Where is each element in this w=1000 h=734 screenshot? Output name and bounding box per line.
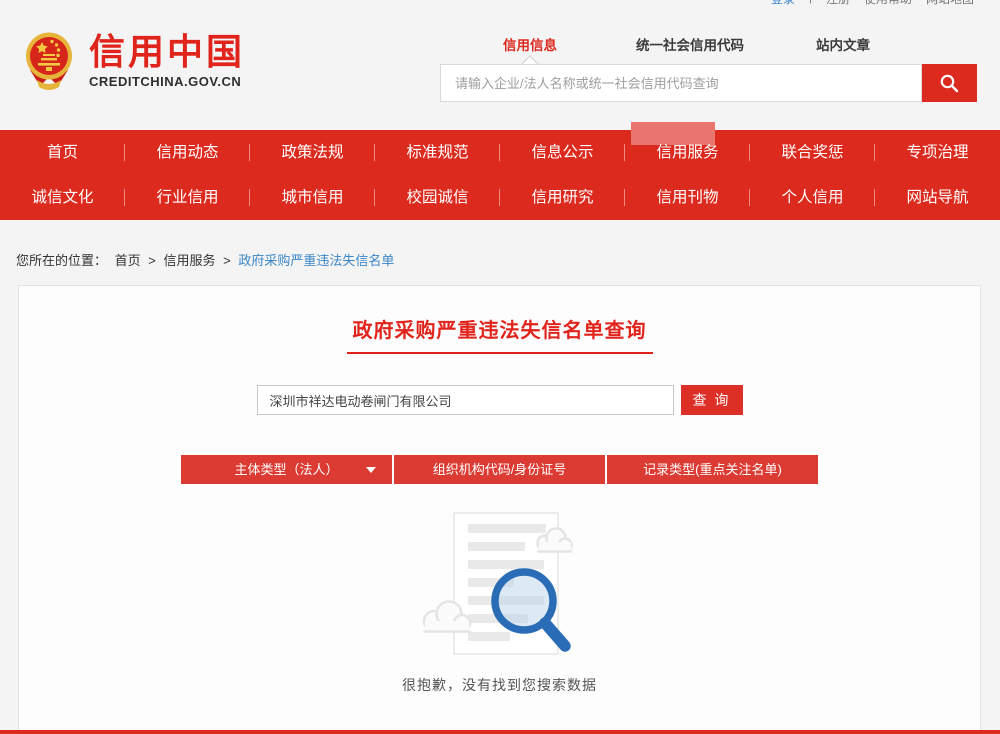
nav-item-joint-rewards-punishments[interactable]: 联合奖惩 — [750, 130, 875, 175]
breadcrumb-separator: > — [223, 253, 231, 268]
header-search-button[interactable] — [922, 64, 977, 102]
nav-row-2: 诚信文化 行业信用 城市信用 校园诚信 信用研究 信用刊物 个人信用 网站导航 — [0, 175, 1000, 220]
help-link[interactable]: 使用帮助 — [864, 0, 912, 7]
top-links-separator: | — [809, 0, 812, 7]
nav-item-credit-services[interactable]: 信用服务 — [625, 130, 750, 175]
result-column-headers: 主体类型（法人） 组织机构代码/身份证号 记录类型(重点关注名单) — [19, 455, 980, 484]
breadcrumb-prefix: 您所在的位置： — [16, 253, 107, 268]
nav-item-integrity-culture[interactable]: 诚信文化 — [0, 175, 125, 220]
tab-site-articles[interactable]: 站内文章 — [816, 34, 870, 54]
header-search-bar — [440, 64, 977, 102]
empty-result-message: 很抱歉，没有找到您搜索数据 — [19, 675, 980, 695]
tab-credit-info[interactable]: 信用信息 — [503, 34, 557, 54]
nav-item-standards[interactable]: 标准规范 — [375, 130, 500, 175]
query-button[interactable]: 查 询 — [681, 385, 743, 415]
nav-item-city-credit[interactable]: 城市信用 — [250, 175, 375, 220]
breadcrumb-credit-services[interactable]: 信用服务 — [164, 253, 216, 268]
query-panel: 政府采购严重违法失信名单查询 查 询 主体类型（法人） 组织机构代码/身份证号 … — [18, 285, 981, 731]
breadcrumb: 您所在的位置： 首页 > 信用服务 > 政府采购严重违法失信名单 — [16, 250, 398, 269]
active-tab-caret-inner — [523, 57, 537, 64]
column-subject-type-dropdown[interactable]: 主体类型（法人） — [181, 455, 392, 484]
nav-item-site-navigation[interactable]: 网站导航 — [875, 175, 1000, 220]
tab-unified-social-credit-code[interactable]: 统一社会信用代码 — [636, 34, 744, 54]
nav-item-campus-integrity[interactable]: 校园诚信 — [375, 175, 500, 220]
nav-item-credit-research[interactable]: 信用研究 — [500, 175, 625, 220]
register-link[interactable]: 注册 — [826, 0, 850, 7]
search-icon — [939, 73, 960, 94]
column-org-code-id: 组织机构代码/身份证号 — [394, 455, 605, 484]
page-title: 政府采购严重违法失信名单查询 — [347, 314, 653, 354]
nav-row-1: 首页 信用动态 政策法规 标准规范 信息公示 信用服务 联合奖惩 专项治理 — [0, 130, 1000, 175]
column-record-type: 记录类型(重点关注名单) — [607, 455, 818, 484]
top-utility-links: 登录 | 注册 使用帮助 网站地图 — [771, 0, 974, 7]
nav-item-home[interactable]: 首页 — [0, 130, 125, 175]
site-logo[interactable]: 信用中国 CREDITCHINA.GOV.CN — [20, 30, 245, 92]
main-navigation: 首页 信用动态 政策法规 标准规范 信息公示 信用服务 联合奖惩 专项治理 诚信… — [0, 130, 1000, 220]
breadcrumb-current-page[interactable]: 政府采购严重违法失信名单 — [238, 253, 394, 268]
chevron-down-icon — [366, 467, 376, 473]
nav-item-industry-credit[interactable]: 行业信用 — [125, 175, 250, 220]
sitemap-link[interactable]: 网站地图 — [926, 0, 974, 7]
national-emblem-icon — [20, 30, 78, 92]
header-search-input[interactable] — [440, 64, 922, 102]
footer-top-strip — [0, 730, 1000, 734]
query-row: 查 询 — [19, 385, 980, 415]
no-results-icon — [412, 508, 587, 660]
breadcrumb-home[interactable]: 首页 — [115, 253, 141, 268]
search-tabs: 信用信息 统一社会信用代码 站内文章 — [440, 34, 870, 54]
nav-item-credit-news[interactable]: 信用动态 — [125, 130, 250, 175]
nav-item-info-disclosure[interactable]: 信息公示 — [500, 130, 625, 175]
brand-domain: CREDITCHINA.GOV.CN — [89, 74, 245, 89]
login-link[interactable]: 登录 — [771, 0, 795, 7]
nav-item-personal-credit[interactable]: 个人信用 — [750, 175, 875, 220]
nav-item-credit-publications[interactable]: 信用刊物 — [625, 175, 750, 220]
brand-title: 信用中国 — [89, 33, 245, 71]
empty-state-illustration — [19, 508, 980, 665]
nav-item-policies[interactable]: 政策法规 — [250, 130, 375, 175]
query-input[interactable] — [257, 385, 674, 415]
site-header: 信用中国 CREDITCHINA.GOV.CN 信用信息 统一社会信用代码 站内… — [0, 0, 1000, 130]
nav-item-special-governance[interactable]: 专项治理 — [875, 130, 1000, 175]
breadcrumb-separator: > — [148, 253, 156, 268]
